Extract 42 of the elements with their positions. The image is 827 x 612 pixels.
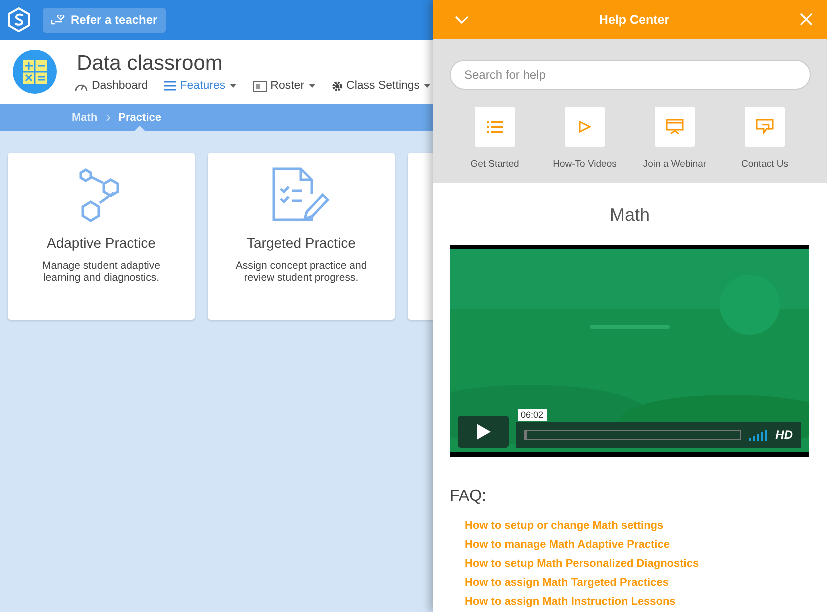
practice-card[interactable]: Adaptive Practice Manage student adaptive learning and diagnostics. (8, 153, 195, 320)
nav-link[interactable]: Features (164, 80, 237, 92)
quick-link[interactable]: Get Started (450, 107, 540, 170)
panel-title: Help Center (599, 12, 670, 27)
close-icon[interactable] (800, 13, 813, 26)
roster-icon (252, 80, 267, 92)
hand-heart-icon (51, 15, 66, 25)
logo-icon[interactable] (7, 7, 31, 33)
caret-icon (308, 84, 316, 88)
play-icon (476, 424, 490, 440)
chat-icon (756, 119, 774, 136)
search-field[interactable]: Search for help (450, 60, 810, 90)
gear-icon (332, 80, 343, 92)
volume-icon[interactable] (748, 430, 768, 440)
class-avatar-icon (13, 50, 57, 94)
caret-icon (424, 84, 432, 88)
menu-icon (164, 81, 176, 91)
quick-link[interactable]: Contact Us (720, 107, 810, 170)
practice-card[interactable]: Targeted Practice Assign concept practice and review student progress. (208, 153, 395, 320)
card-title: Targeted Practice (247, 235, 356, 251)
faq-heading: FAQ: (450, 488, 488, 506)
video-progress[interactable] (524, 430, 741, 440)
quick-link[interactable]: Join a Webinar (630, 107, 720, 170)
quick-link[interactable]: How-To Videos (540, 107, 630, 170)
hd-label[interactable]: HD (776, 428, 793, 442)
presentation-icon (666, 119, 684, 136)
caret-icon (230, 84, 237, 88)
card-description: Manage student adaptive learning and diagnostics. (42, 260, 162, 284)
nav-link[interactable]: Roster (252, 80, 316, 92)
list-icon (487, 121, 503, 134)
chevron-icon (106, 114, 111, 122)
section-title: Math (608, 205, 652, 226)
video-player[interactable]: HD 06:02 (450, 245, 809, 457)
nav-link[interactable]: Dashboard (75, 80, 148, 92)
class-title: Data classroom (77, 52, 224, 76)
play-icon (579, 121, 591, 134)
collapse-icon[interactable] (455, 16, 469, 24)
play-button[interactable] (458, 416, 509, 448)
card-title: Adaptive Practice (47, 235, 156, 251)
nav-link[interactable]: Class Settings (332, 80, 432, 92)
card-description: Assign concept practice and review student progress. (234, 260, 368, 284)
time-tooltip: 06:02 (518, 409, 547, 421)
